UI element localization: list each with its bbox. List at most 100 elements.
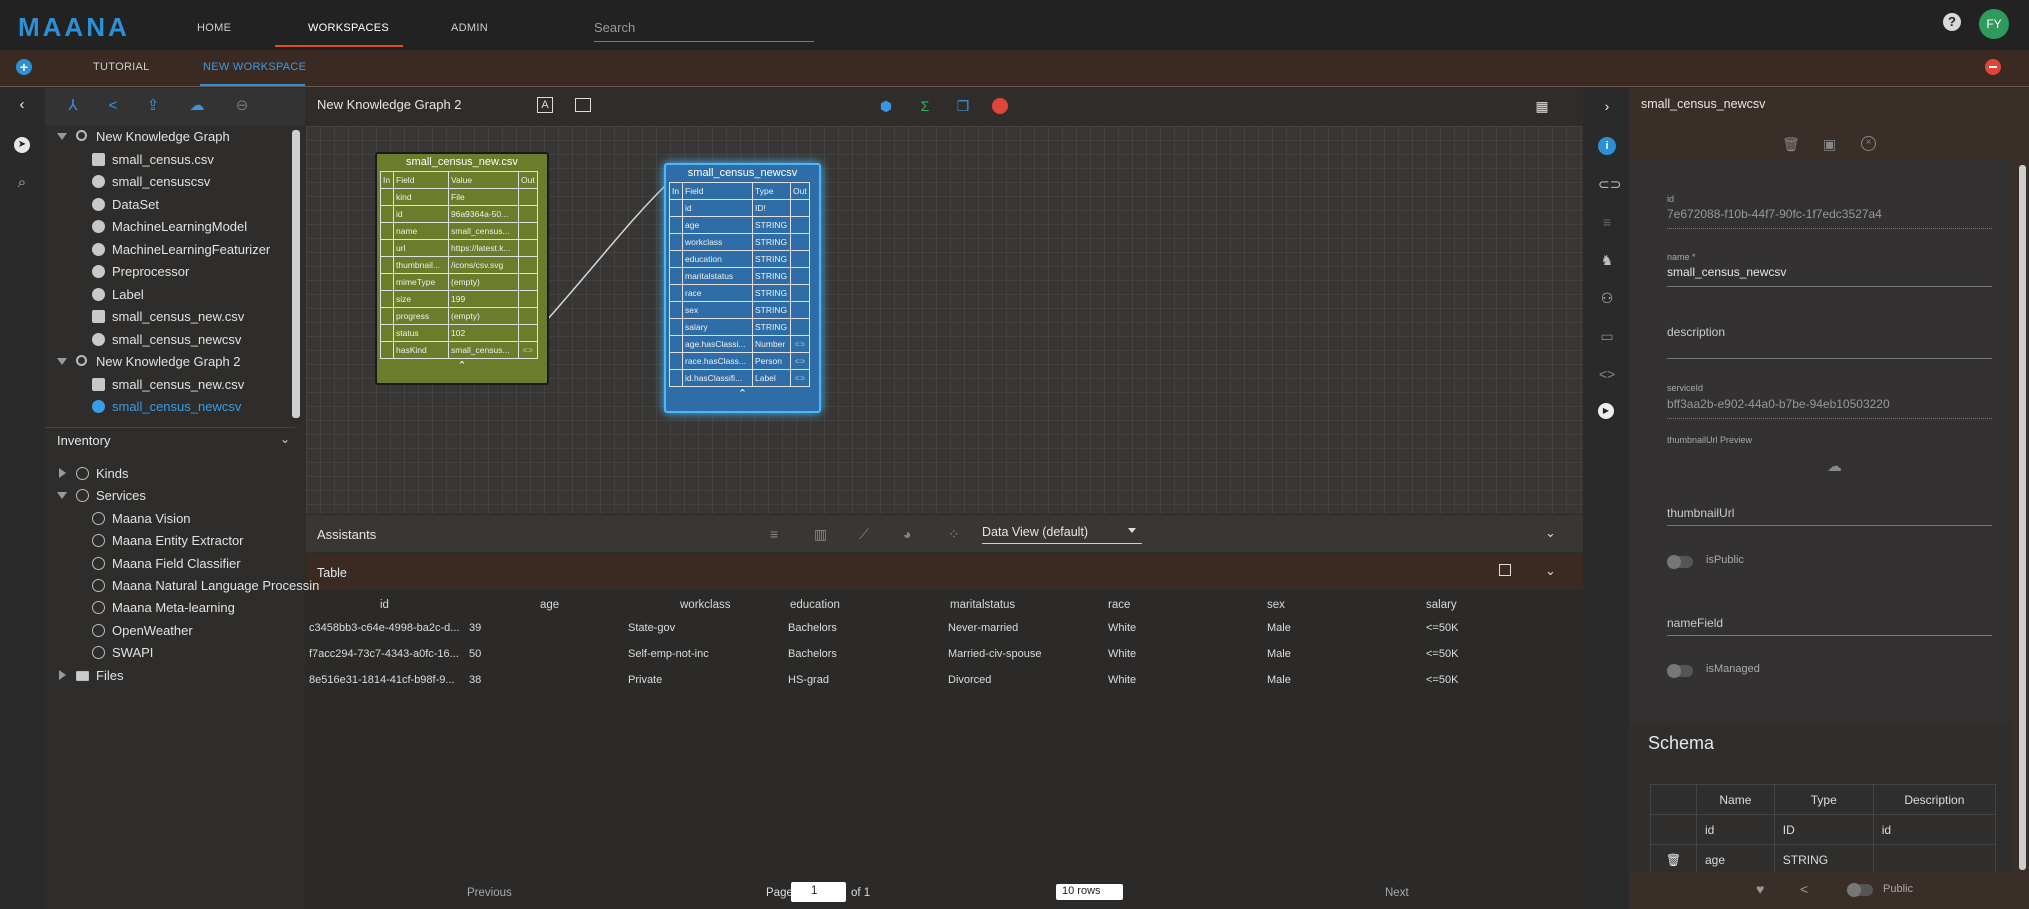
node-in-port[interactable]	[669, 318, 683, 336]
tree-item[interactable]: small_censuscsv	[112, 174, 210, 189]
code-icon[interactable]: <>	[1598, 365, 1616, 383]
inventory-item[interactable]: SWAPI	[112, 645, 153, 660]
user-avatar[interactable]: FY	[1979, 9, 2009, 39]
list-view-icon[interactable]: ≡	[770, 526, 778, 542]
inventory-item[interactable]: Maana Entity Extractor	[112, 533, 244, 548]
node-in-port[interactable]	[669, 352, 683, 370]
inventory-item[interactable]: Services	[96, 488, 146, 503]
inventory-item[interactable]: Kinds	[96, 466, 129, 481]
pie-chart-icon[interactable]: ◕	[903, 526, 911, 542]
tree-item[interactable]: small_census_new.csv	[112, 377, 244, 392]
table-row[interactable]	[306, 670, 1583, 694]
inventory-item[interactable]: Maana Field Classifier	[112, 556, 241, 571]
node-field-row[interactable]: maritalstatus STRING	[669, 267, 810, 285]
compass-icon[interactable]: ➤	[14, 137, 30, 153]
ismanaged-toggle[interactable]	[1667, 664, 1693, 678]
node-in-port[interactable]	[380, 188, 394, 206]
help-icon[interactable]: ?	[1943, 13, 1961, 31]
cancel-icon[interactable]: ×	[1861, 136, 1876, 151]
add-kind-icon[interactable]: ⬢	[877, 97, 895, 115]
node-field-row[interactable]: id ID!	[669, 199, 810, 217]
node-out-port[interactable]	[790, 318, 810, 336]
collapse-right-icon[interactable]: ›	[1598, 97, 1616, 115]
node-out-port[interactable]	[518, 256, 538, 274]
name-field[interactable]: small_census_newcsv	[1667, 265, 1786, 279]
tab-new-workspace[interactable]: NEW WORKSPACE	[203, 61, 306, 73]
delete-node-icon[interactable]	[992, 98, 1008, 114]
table-row[interactable]	[306, 644, 1583, 668]
expand-arrow-icon[interactable]	[57, 492, 67, 500]
node-field-row[interactable]: size 199	[380, 290, 538, 308]
bar-chart-icon[interactable]: ▥	[814, 526, 827, 543]
node-in-port[interactable]	[380, 222, 394, 240]
node-field-row[interactable]: id.hasClassifi... Label ⊂⊃	[669, 369, 810, 387]
node-in-port[interactable]	[380, 341, 394, 359]
node-in-port[interactable]	[669, 284, 683, 302]
upload-icon[interactable]: ⇪	[144, 97, 162, 115]
inventory-item[interactable]: Files	[96, 668, 123, 683]
node-in-port[interactable]	[380, 307, 394, 325]
inventory-item[interactable]: Maana Vision	[112, 511, 191, 526]
node-out-port[interactable]	[790, 216, 810, 234]
nav-home[interactable]: HOME	[197, 22, 231, 34]
node-out-port[interactable]	[518, 324, 538, 342]
node-out-port[interactable]	[790, 267, 810, 285]
close-workspace-icon[interactable]	[1985, 59, 2001, 75]
chevron-down-icon[interactable]: ⌄	[1545, 563, 1556, 579]
view-select[interactable]: Data View (default)	[982, 522, 1142, 544]
node-out-port[interactable]	[518, 188, 538, 206]
copy-icon[interactable]: ❐	[954, 97, 972, 115]
collapse-arrow-icon[interactable]	[59, 669, 66, 680]
table-column-header[interactable]: education	[790, 599, 840, 611]
collapse-node-icon[interactable]: ⌃	[666, 387, 819, 400]
node-out-port[interactable]	[518, 205, 538, 223]
tab-tutorial[interactable]: TUTORIAL	[93, 61, 150, 73]
node-in-port[interactable]	[380, 256, 394, 274]
node-field-row[interactable]: progress (empty)	[380, 307, 538, 325]
expand-icon[interactable]	[1499, 564, 1511, 576]
node-field-row[interactable]: salary STRING	[669, 318, 810, 336]
rows-per-page-select[interactable]: 10 rows	[1056, 884, 1123, 900]
tree-item[interactable]: Label	[112, 287, 144, 302]
tree-item[interactable]: small_census_newcsv	[112, 399, 241, 414]
search-input[interactable]: Search	[594, 18, 814, 42]
add-workspace-icon[interactable]: +	[16, 59, 32, 75]
node-in-port[interactable]	[380, 239, 394, 257]
scatter-icon[interactable]: ⁘	[948, 526, 960, 543]
table-column-header[interactable]: salary	[1426, 599, 1457, 611]
node-in-port[interactable]	[669, 199, 683, 217]
ispublic-toggle[interactable]	[1667, 555, 1693, 569]
search-icon[interactable]: ⌕	[14, 175, 30, 191]
cloud-upload-icon[interactable]: ☁	[1827, 457, 1842, 475]
remove-icon[interactable]: ⊖	[233, 97, 251, 115]
table-column-header[interactable]: sex	[1267, 599, 1285, 611]
node-out-port[interactable]	[518, 239, 538, 257]
tree-item[interactable]: small_census_newcsv	[112, 332, 241, 347]
expand-arrow-icon[interactable]	[57, 133, 67, 140]
collapse-left-icon[interactable]: ‹	[14, 97, 30, 113]
tree-item[interactable]: MachineLearningModel	[112, 219, 247, 234]
tree-item[interactable]: MachineLearningFeaturizer	[112, 242, 270, 257]
collapse-node-icon[interactable]: ⌃	[377, 359, 547, 372]
function-icon[interactable]: Σ	[916, 97, 934, 115]
node-out-port[interactable]	[518, 290, 538, 308]
layout-icon[interactable]: ▦	[1533, 97, 1551, 115]
link-icon[interactable]: ⊂⊃	[1598, 175, 1621, 193]
inventory-item[interactable]: OpenWeather	[112, 623, 193, 638]
node-in-port[interactable]	[669, 233, 683, 251]
node-out-port[interactable]	[790, 250, 810, 268]
node-field-row[interactable]: sex STRING	[669, 301, 810, 319]
node-field-row[interactable]: kind File	[380, 188, 538, 206]
delete-icon[interactable]: 🗑	[1782, 136, 1800, 153]
android-icon[interactable]: ♞	[1598, 251, 1616, 269]
description-field[interactable]: description	[1667, 325, 1725, 339]
table-column-header[interactable]: race	[1108, 599, 1130, 611]
inventory-header[interactable]: Inventory ⌄	[45, 427, 295, 453]
public-toggle[interactable]	[1847, 883, 1873, 897]
graph-icon[interactable]: ⅄	[64, 97, 82, 115]
node-in-port[interactable]	[669, 250, 683, 268]
node-field-row[interactable]: age STRING	[669, 216, 810, 234]
node-field-row[interactable]: thumbnail.../icons/csv.svg	[380, 256, 538, 274]
node-field-row[interactable]: workclass STRING	[669, 233, 810, 251]
thumbnailurl-field[interactable]: thumbnailUrl	[1667, 506, 1734, 520]
